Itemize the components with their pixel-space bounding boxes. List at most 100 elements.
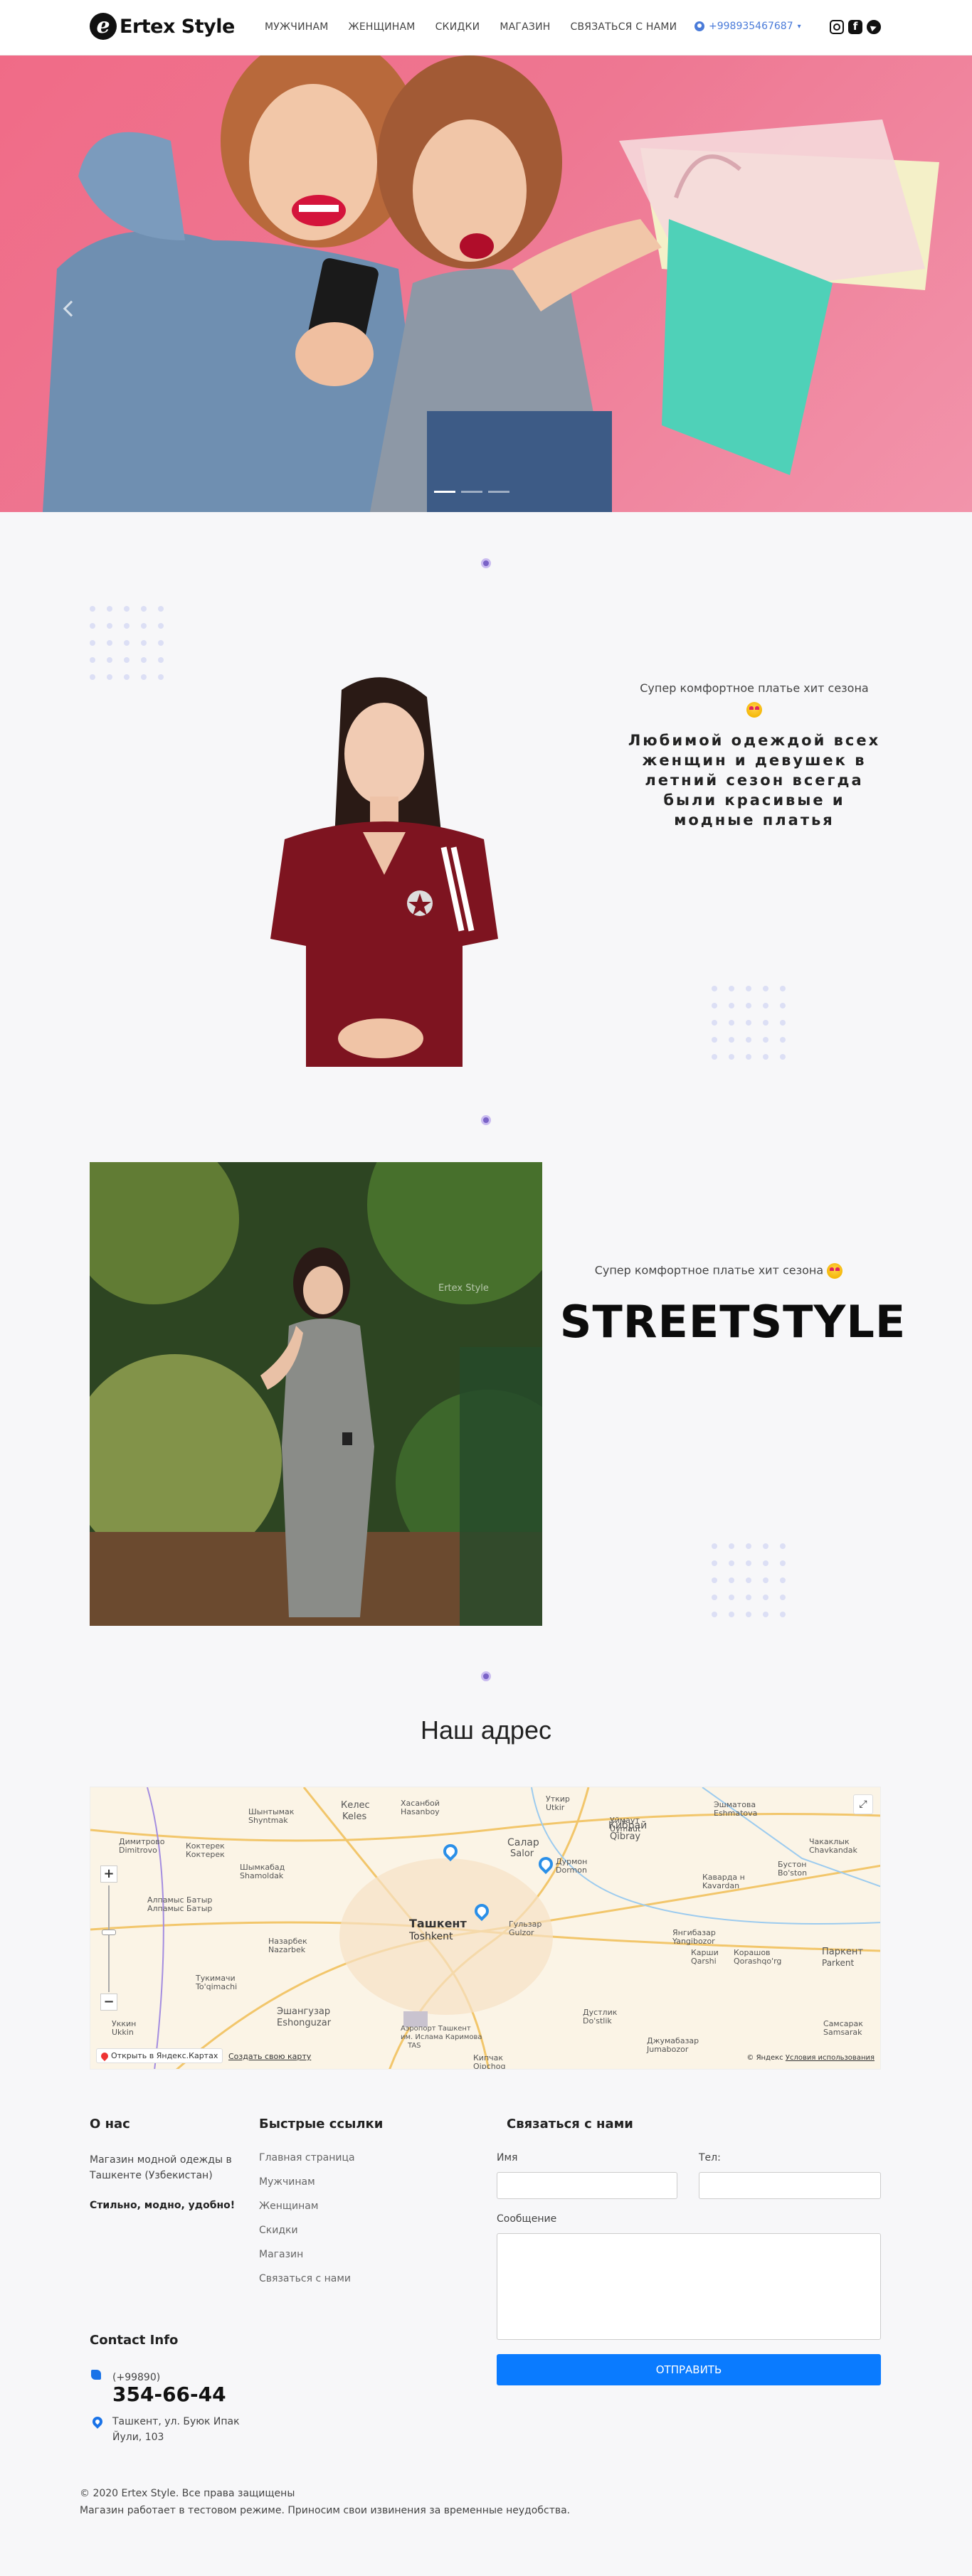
- phone-label: Тел:: [699, 2152, 721, 2163]
- footer-copyright: © 2020 Ertex Style. Все права защищены М…: [80, 2485, 570, 2519]
- user-icon: [694, 21, 704, 31]
- map-label: Samsarak: [823, 2028, 862, 2037]
- photo-watermark: Ertex Style: [438, 1283, 489, 1294]
- map-label: им. Ислама Каримова: [401, 2033, 482, 2041]
- quick-links-title: Быстрые ссылки: [259, 2117, 384, 2131]
- logo-mark: e: [90, 13, 117, 40]
- zoom-slider-track[interactable]: [108, 1885, 110, 1992]
- nav-shop[interactable]: Магазин: [500, 21, 550, 33]
- quick-link-contact[interactable]: Связаться с нами: [259, 2273, 355, 2297]
- promo-caption-2: Супер комфортное платье хит сезона: [555, 1263, 882, 1279]
- carousel-indicator[interactable]: [488, 491, 509, 493]
- map-label: Eshonguzar: [277, 2018, 332, 2028]
- map-copyright: © Яндекс Условия использования: [746, 2054, 875, 2062]
- promo-caption: Супер комфортное платье хит сезона: [640, 681, 869, 695]
- nav-women[interactable]: Женщинам: [349, 21, 416, 33]
- map-terms-link[interactable]: Условия использования: [786, 2054, 875, 2062]
- map-label: Паркент: [822, 1947, 863, 1957]
- decorative-dot-grid: [712, 1543, 786, 1617]
- map-label: Dimitrovo: [119, 1846, 157, 1855]
- phone-number-large[interactable]: 354-66-44: [112, 2383, 226, 2406]
- nav-contact[interactable]: Связаться с нами: [570, 21, 677, 33]
- phone-dropdown[interactable]: +998935467687 ▾: [694, 21, 801, 32]
- telegram-icon[interactable]: [867, 20, 881, 34]
- message-textarea[interactable]: [497, 2233, 881, 2340]
- map-label: Parkent: [822, 1958, 855, 1968]
- fullscreen-icon[interactable]: ⤢: [853, 1794, 873, 1814]
- map-label: To'qimachi: [196, 1982, 238, 1991]
- yandex-map[interactable]: Келес Keles Шынтымак Shyntmak Хасанбой H…: [90, 1787, 881, 2070]
- main-nav: Мужчинам Женщинам Скидки Магазин Связать…: [265, 21, 697, 33]
- about-slogan: Стильно, модно, удобно!: [90, 2200, 236, 2211]
- quick-link-discounts[interactable]: Скидки: [259, 2225, 355, 2249]
- nav-men[interactable]: Мужчинам: [265, 21, 329, 33]
- map-label: Qibray: [610, 1831, 641, 1842]
- phone-icon: [91, 2370, 101, 2380]
- quick-link-men[interactable]: Мужчинам: [259, 2176, 355, 2200]
- facebook-icon[interactable]: f: [848, 20, 862, 34]
- logo[interactable]: e Ertex Style: [90, 13, 235, 40]
- submit-button[interactable]: Отправить: [497, 2354, 881, 2385]
- zoom-slider-handle[interactable]: [102, 1930, 116, 1935]
- map-label: Qorashqo'rg: [734, 1957, 782, 1966]
- map-copyright-text: © Яндекс: [746, 2054, 783, 2062]
- phone-number: +998935467687: [709, 21, 793, 32]
- message-label: Сообщение: [497, 2213, 557, 2225]
- map-city-label: Ташкент: [409, 1917, 467, 1930]
- map-label: Аэропорт Ташкент: [401, 2025, 471, 2033]
- social-links: f: [830, 20, 881, 34]
- map-label: Эшангузар: [277, 2006, 331, 2017]
- map-label: Shyntmak: [248, 1816, 288, 1825]
- instagram-icon[interactable]: [830, 20, 844, 34]
- heart-eyes-emoji-icon: [626, 702, 882, 718]
- map-label: Ukkin: [112, 2028, 134, 2037]
- name-label: Имя: [497, 2152, 518, 2163]
- map-label: Salor: [510, 1848, 534, 1859]
- chevron-down-icon: ▾: [797, 22, 801, 31]
- carousel-indicator[interactable]: [434, 491, 455, 493]
- quick-link-home[interactable]: Главная страница: [259, 2152, 355, 2176]
- map-label: Keles: [342, 1811, 367, 1822]
- address-text: Ташкент, ул. Буюк Ипак Йули, 103: [112, 2416, 240, 2443]
- zoom-out-button[interactable]: −: [100, 1994, 117, 2011]
- map-city-label: Toshkent: [409, 1931, 453, 1942]
- promo-caption-text: Супер комфортное платье хит сезона: [594, 1263, 824, 1277]
- promo-heading: Любимой одеждой всех женщин и девушек в …: [628, 732, 881, 829]
- section-separator: [481, 1671, 491, 1681]
- address-title: Наш адрес: [421, 1715, 551, 1745]
- carousel-indicators: [434, 491, 509, 493]
- about-text: Магазин модной одежды в Ташкенте (Узбеки…: [90, 2154, 232, 2181]
- section-separator: [481, 1115, 491, 1125]
- promo-title-streetstyle: STREETSTYLE: [559, 1296, 907, 1348]
- site-header: e Ertex Style Мужчинам Женщинам Скидки М…: [0, 0, 972, 55]
- hero-image: [43, 55, 939, 512]
- model-photo-red-shirt: [270, 677, 498, 1067]
- map-label: Qarshi: [691, 1957, 717, 1966]
- decorative-dot-grid: [712, 986, 786, 1060]
- open-in-yandex-button[interactable]: Открыть в Яндекс.Картах: [96, 2048, 223, 2063]
- map-label: Салар: [507, 1837, 539, 1848]
- map-label: Qipchoq: [473, 2062, 506, 2070]
- about-title: О нас: [90, 2117, 130, 2131]
- map-label: Utkir: [546, 1803, 565, 1812]
- map-label: Jumabozor: [647, 2045, 689, 2054]
- map-label: Gulzor: [509, 1928, 534, 1937]
- map-label: Chavkandak: [809, 1846, 857, 1855]
- phone-input[interactable]: [699, 2172, 881, 2199]
- name-input[interactable]: [497, 2172, 677, 2199]
- map-label: Алпамыс Батыр: [147, 1904, 213, 1913]
- nav-discounts[interactable]: Скидки: [435, 21, 480, 33]
- map-label: Do'stlik: [583, 2016, 612, 2026]
- zoom-in-button[interactable]: +: [100, 1866, 117, 1883]
- map-label: Kavardan: [702, 1881, 740, 1890]
- contact-info-title: Contact Info: [90, 2333, 179, 2348]
- heart-eyes-emoji-icon: [827, 1263, 843, 1279]
- create-map-link[interactable]: Создать свою карту: [228, 2052, 311, 2061]
- decorative-dot-grid: [90, 606, 164, 680]
- promo-block-1: Супер комфортное платье хит сезона Любим…: [626, 681, 882, 830]
- contact-form-title: Связаться с нами: [507, 2117, 633, 2131]
- quick-link-shop[interactable]: Магазин: [259, 2249, 355, 2273]
- carousel-indicator[interactable]: [461, 491, 482, 493]
- map-label: Hasanboy: [401, 1807, 440, 1816]
- quick-link-women[interactable]: Женщинам: [259, 2200, 355, 2225]
